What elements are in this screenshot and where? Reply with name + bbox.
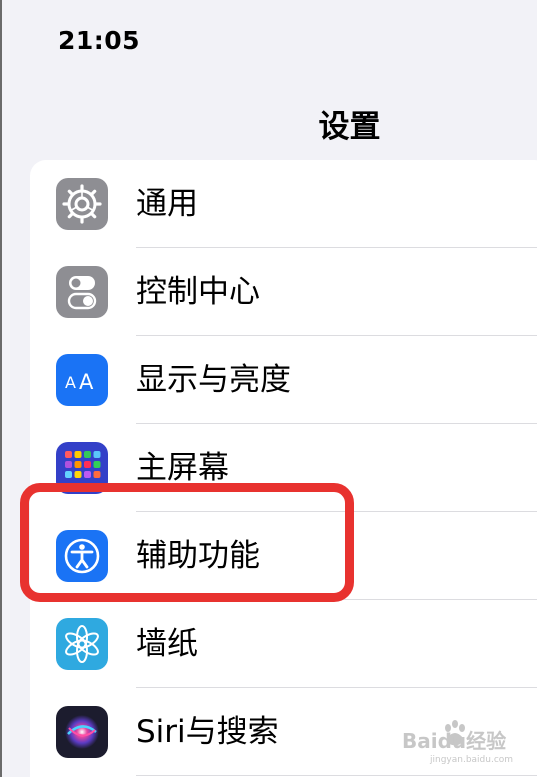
watermark-brand: Baidu经验 <box>402 729 506 753</box>
page-title: 设置 <box>0 101 537 146</box>
text-size-icon: A A <box>56 354 108 406</box>
flower-icon <box>56 618 108 670</box>
settings-row-label: 控制中心 <box>136 274 260 310</box>
settings-row-wallpaper[interactable]: 墙纸 <box>30 600 537 688</box>
highlight-box <box>20 483 354 602</box>
settings-list: 通用 控制中心 A A 显示与亮度 主屏幕 辅助功能 墙纸 Siri与搜索 <box>30 160 537 777</box>
settings-row-control-center[interactable]: 控制中心 <box>30 248 537 336</box>
settings-row-label: 墙纸 <box>136 626 198 662</box>
settings-row-label: Siri与搜索 <box>136 714 279 750</box>
settings-row-general[interactable]: 通用 <box>30 160 537 248</box>
status-bar-time: 21:05 <box>58 26 141 55</box>
svg-text:A: A <box>79 370 94 394</box>
page-title-text: 设置 <box>318 109 381 145</box>
settings-row-label: 显示与亮度 <box>136 362 291 398</box>
watermark-domain: jingyan.baidu.com <box>429 755 513 765</box>
toggle-switches-icon <box>56 266 108 318</box>
settings-row-display-brightness[interactable]: A A 显示与亮度 <box>30 336 537 424</box>
siri-icon <box>56 706 108 758</box>
svg-text:A: A <box>65 373 76 392</box>
gear-icon <box>56 178 108 230</box>
settings-row-label: 通用 <box>136 186 198 222</box>
baidu-watermark: Baidu经验 jingyan.baidu.com <box>400 716 530 766</box>
settings-row-label: 主屏幕 <box>136 450 229 486</box>
row-divider <box>136 775 537 776</box>
